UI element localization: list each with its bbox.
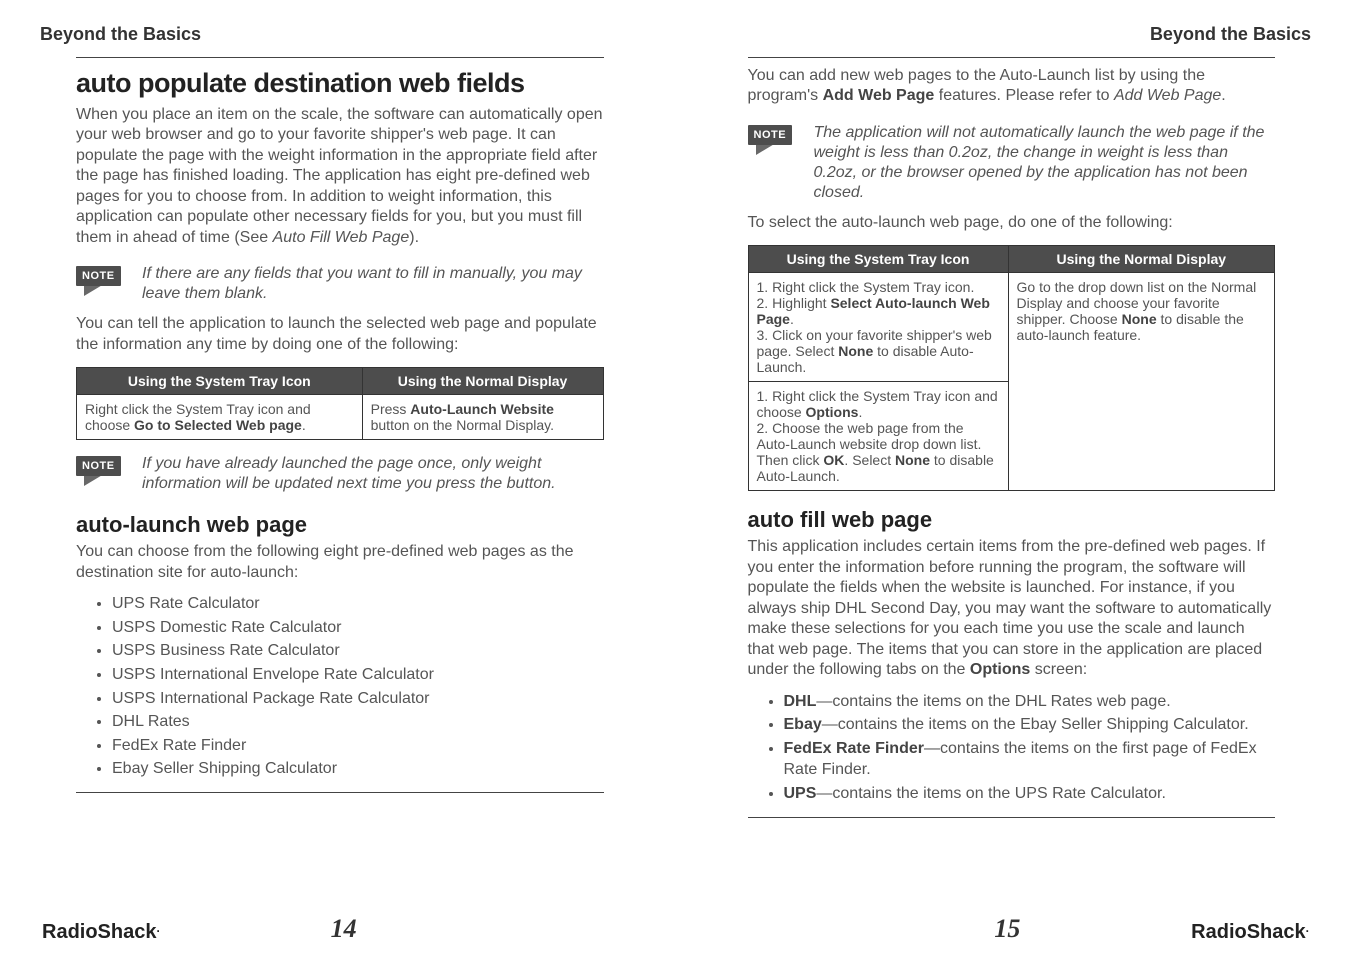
text-bold: Ebay xyxy=(784,716,822,733)
text: 2. Highlight xyxy=(757,295,831,311)
text: This application includes certain items … xyxy=(748,538,1272,678)
table-cell: Go to the drop down list on the Normal D… xyxy=(1008,273,1274,491)
text-bold: Auto-Launch Website xyxy=(410,401,554,417)
text-bold: UPS xyxy=(784,785,817,802)
note-text: The application will not automatically l… xyxy=(814,123,1276,203)
heading-auto-populate: auto populate destination web fields xyxy=(76,68,604,99)
brand-text: RadioShack xyxy=(1191,921,1305,943)
list-item: USPS Domestic Rate Calculator xyxy=(112,617,604,639)
text-bold: None xyxy=(1122,311,1157,327)
table-launch-methods: Using the System Tray Icon Using the Nor… xyxy=(76,367,604,440)
list-item: Ebay—contains the items on the Ebay Sell… xyxy=(784,714,1276,736)
running-head-right: Beyond the Basics xyxy=(712,24,1312,45)
text-bold: Options xyxy=(970,661,1030,678)
list-predefined-pages: UPS Rate Calculator USPS Domestic Rate C… xyxy=(112,593,604,782)
text: . xyxy=(302,417,306,433)
divider xyxy=(76,57,604,58)
text-bold: DHL xyxy=(784,693,817,710)
text-bold: Go to Selected Web page xyxy=(134,417,302,433)
text: screen: xyxy=(1030,661,1087,678)
text-bold: Options xyxy=(806,404,859,420)
text: Press xyxy=(371,401,411,417)
note-text: If you have already launched the page on… xyxy=(142,454,604,494)
table-row: 1. Right click the System Tray icon. 2. … xyxy=(748,273,1275,382)
list-option-tabs: DHL—contains the items on the DHL Rates … xyxy=(784,691,1276,807)
paragraph: You can tell the application to launch t… xyxy=(76,314,604,355)
note-block: NOTE The application will not automatica… xyxy=(748,123,1276,203)
text: ). xyxy=(409,229,419,246)
text-bold: None xyxy=(838,343,873,359)
paragraph: You can choose from the following eight … xyxy=(76,542,604,583)
text-bold: None xyxy=(895,452,930,468)
note-text: If there are any fields that you want to… xyxy=(142,264,604,304)
page-number: 14 xyxy=(331,914,357,944)
divider xyxy=(748,817,1276,818)
text-italic: Auto Fill Web Page xyxy=(273,229,410,246)
list-item: UPS Rate Calculator xyxy=(112,593,604,615)
list-item: DHL—contains the items on the DHL Rates … xyxy=(784,691,1276,713)
page-number: 15 xyxy=(994,914,1020,944)
footer-left: RadioShack. 14 xyxy=(40,910,640,944)
text: features. Please refer to xyxy=(934,87,1114,104)
heading-auto-fill: auto fill web page xyxy=(748,507,1276,533)
text: . xyxy=(790,311,794,327)
note-label: NOTE xyxy=(76,266,121,286)
list-item: USPS International Envelope Rate Calcula… xyxy=(112,664,604,686)
text: 1. Right click the System Tray icon. xyxy=(757,279,1000,295)
list-item: Ebay Seller Shipping Calculator xyxy=(112,758,604,780)
footer-right: RadioShack. 15 xyxy=(712,910,1312,944)
text: When you place an item on the scale, the… xyxy=(76,106,603,246)
running-head-left: Beyond the Basics xyxy=(40,24,640,45)
table-cell: 1. Right click the System Tray icon and … xyxy=(748,382,1008,491)
table-header: Using the System Tray Icon xyxy=(77,368,363,395)
list-item: USPS International Package Rate Calculat… xyxy=(112,688,604,710)
list-item: FedEx Rate Finder xyxy=(112,735,604,757)
divider xyxy=(748,57,1276,58)
text: . xyxy=(858,404,862,420)
table-header: Using the System Tray Icon xyxy=(748,246,1008,273)
note-label: NOTE xyxy=(76,456,121,476)
text: button on the Normal Display. xyxy=(371,417,554,433)
brand-wordmark: RadioShack. xyxy=(1191,921,1309,944)
note-icon: NOTE xyxy=(76,264,132,298)
text: —contains the items on the UPS Rate Calc… xyxy=(816,785,1166,802)
paragraph: When you place an item on the scale, the… xyxy=(76,105,604,248)
list-item: USPS Business Rate Calculator xyxy=(112,640,604,662)
table-header: Using the Normal Display xyxy=(362,368,603,395)
document-spread: Beyond the Basics auto populate destinat… xyxy=(40,24,1311,944)
table-select-auto-launch: Using the System Tray Icon Using the Nor… xyxy=(748,245,1276,491)
page-left: Beyond the Basics auto populate destinat… xyxy=(40,24,640,944)
heading-auto-launch: auto-launch web page xyxy=(76,512,604,538)
text: . Select xyxy=(844,452,895,468)
list-item: FedEx Rate Finder—contains the items on … xyxy=(784,738,1276,781)
text: 1. Right click the System Tray icon and … xyxy=(757,388,998,420)
text: . xyxy=(1221,87,1225,104)
note-label: NOTE xyxy=(748,125,793,145)
text: —contains the items on the DHL Rates web… xyxy=(816,693,1170,710)
note-block: NOTE If you have already launched the pa… xyxy=(76,454,604,494)
brand-wordmark: RadioShack. xyxy=(42,921,160,944)
list-item: UPS—contains the items on the UPS Rate C… xyxy=(784,783,1276,805)
table-cell: 1. Right click the System Tray icon. 2. … xyxy=(748,273,1008,382)
table-row: Right click the System Tray icon and cho… xyxy=(77,395,604,440)
paragraph: To select the auto-launch web page, do o… xyxy=(748,213,1276,233)
paragraph: This application includes certain items … xyxy=(748,537,1276,680)
text-bold: OK xyxy=(823,452,844,468)
paragraph: You can add new web pages to the Auto-La… xyxy=(748,66,1276,107)
note-icon: NOTE xyxy=(76,454,132,488)
list-item: DHL Rates xyxy=(112,711,604,733)
page-right: Beyond the Basics You can add new web pa… xyxy=(712,24,1312,944)
note-icon: NOTE xyxy=(748,123,804,157)
text-bold: Add Web Page xyxy=(823,87,935,104)
table-header: Using the Normal Display xyxy=(1008,246,1274,273)
note-block: NOTE If there are any fields that you wa… xyxy=(76,264,604,304)
text-bold: FedEx Rate Finder xyxy=(784,740,924,757)
table-cell: Press Auto-Launch Website button on the … xyxy=(362,395,603,440)
brand-text: RadioShack xyxy=(42,921,156,943)
divider xyxy=(76,792,604,793)
text-italic: Add Web Page xyxy=(1114,87,1221,104)
text: —contains the items on the Ebay Seller S… xyxy=(822,716,1249,733)
table-cell: Right click the System Tray icon and cho… xyxy=(77,395,363,440)
